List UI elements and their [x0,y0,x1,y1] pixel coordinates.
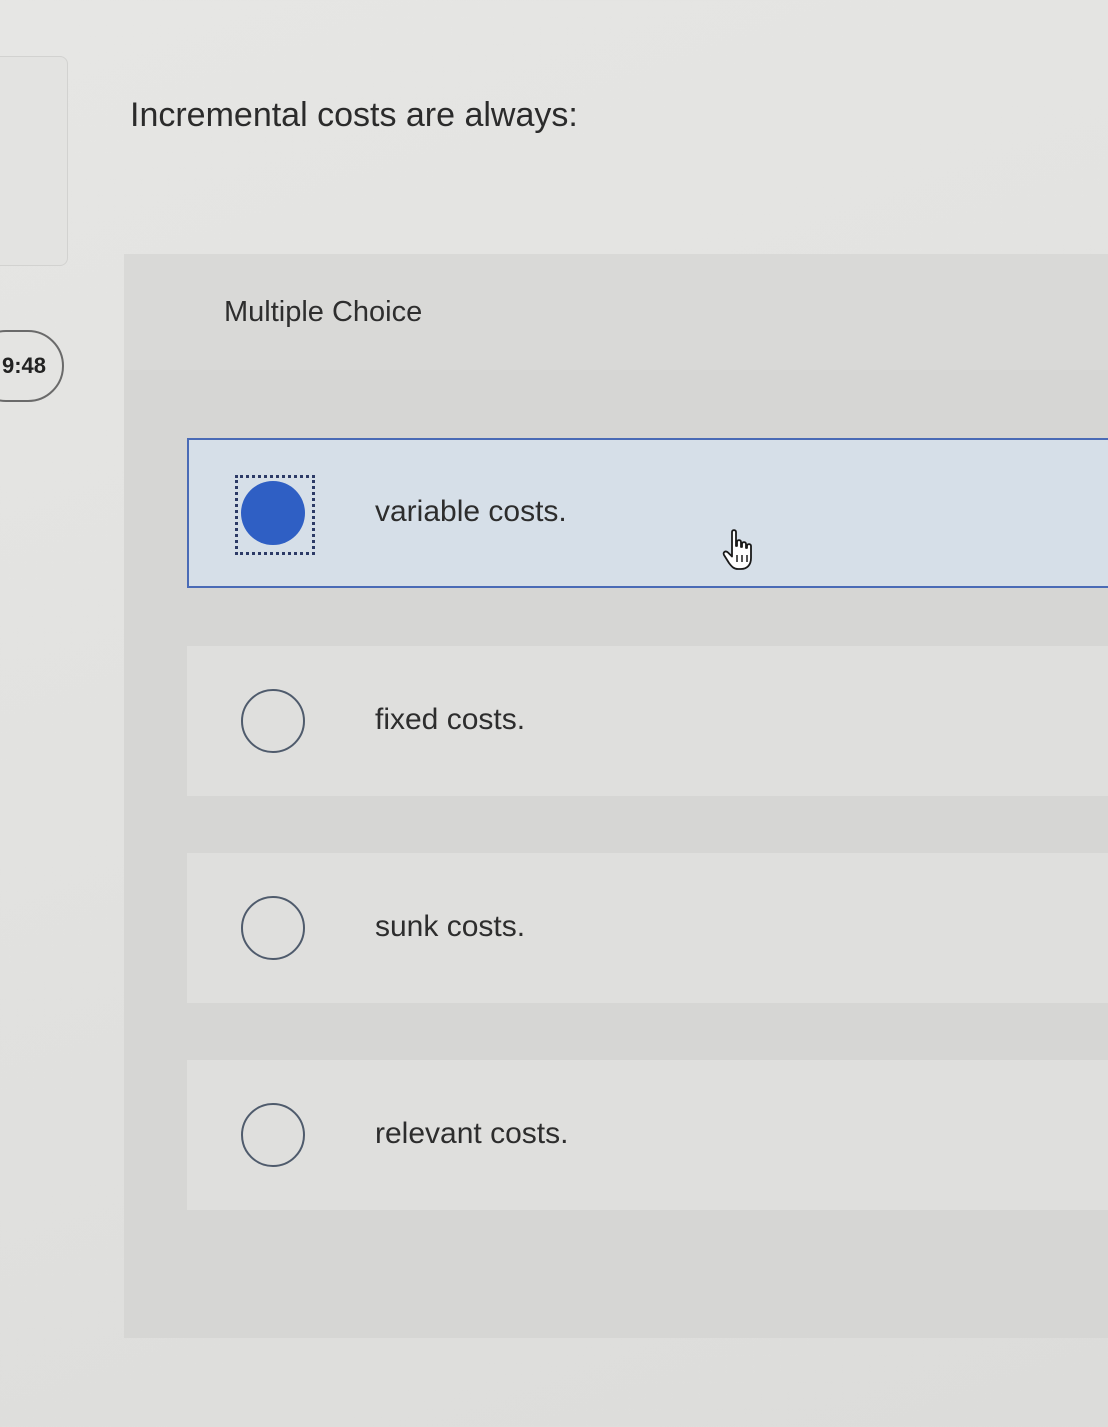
question-text: Incremental costs are always: [130,96,578,134]
side-panel-card [0,56,68,266]
option-label: relevant costs. [375,1117,569,1150]
timer-badge: 9:48 [0,330,64,402]
option-label: fixed costs. [375,703,526,736]
radio-button[interactable] [241,1103,305,1167]
hand-pointer-icon [722,529,752,570]
answer-panel: Multiple Choice variable costs. fixed co… [124,254,1108,1338]
radio-button[interactable] [241,689,305,753]
option-sunk-costs[interactable]: sunk costs. [187,853,1108,1003]
options-list: variable costs. fixed costs. sunk costs.… [124,370,1108,1338]
radio-button-selected[interactable] [241,481,305,545]
multiple-choice-header: Multiple Choice [124,254,1108,370]
option-variable-costs[interactable]: variable costs. [187,438,1108,588]
option-fixed-costs[interactable]: fixed costs. [187,646,1108,796]
radio-button[interactable] [241,896,305,960]
multiple-choice-label: Multiple Choice [224,296,423,328]
option-label: variable costs. [375,495,567,528]
option-label: sunk costs. [375,910,526,943]
option-relevant-costs[interactable]: relevant costs. [187,1060,1108,1210]
timer-text: 9:48 [1,353,46,378]
